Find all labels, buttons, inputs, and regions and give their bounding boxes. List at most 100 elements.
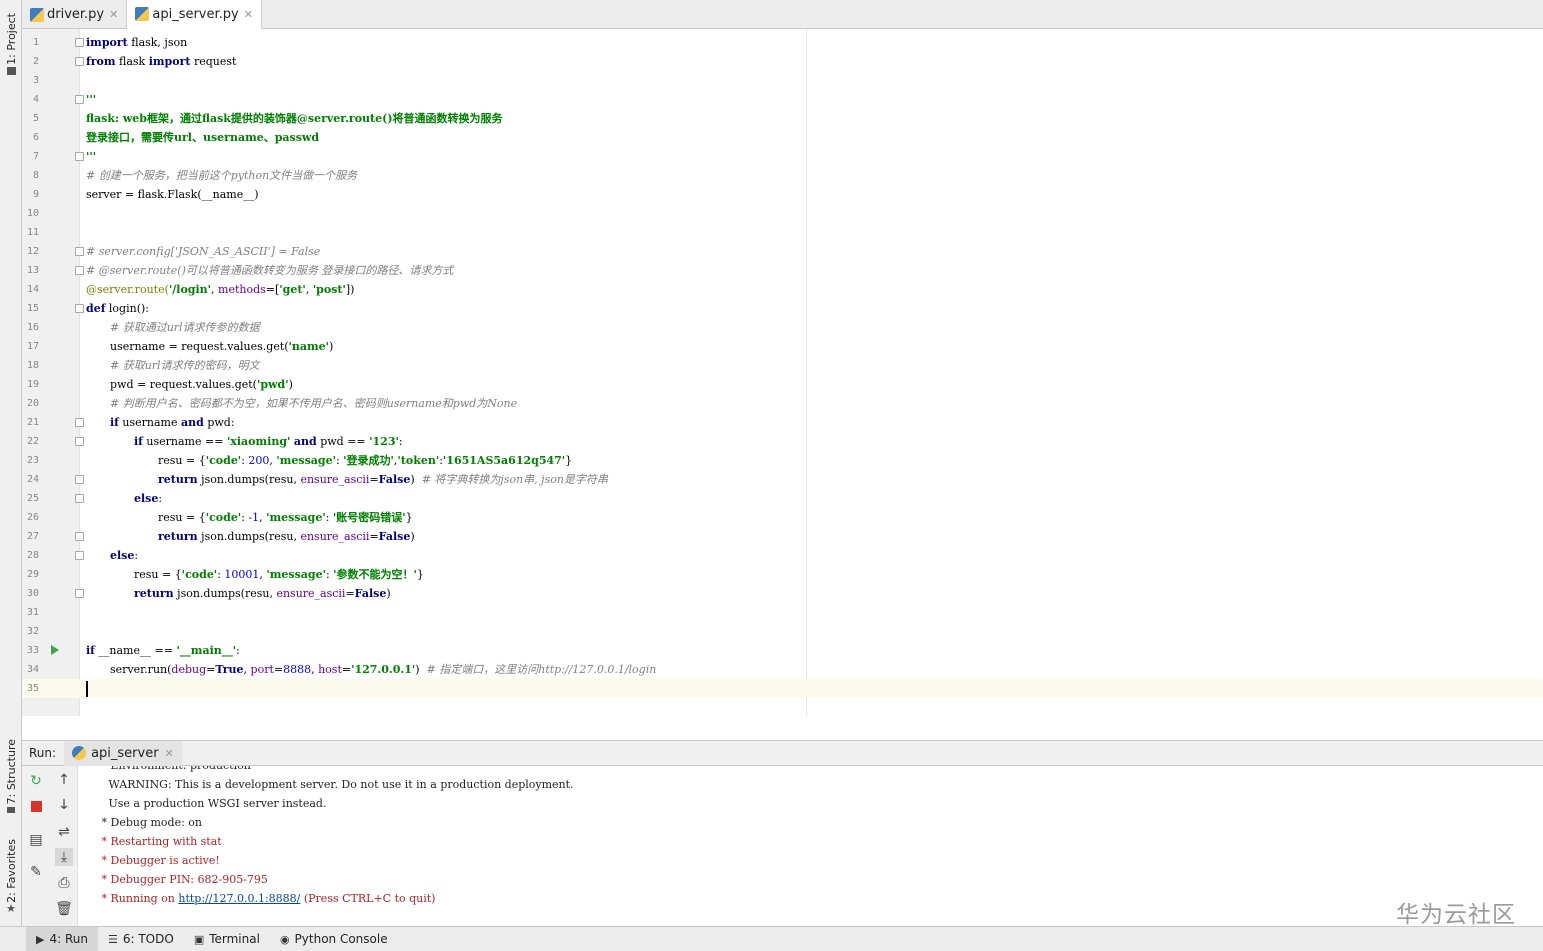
todo-tool-label: 6: TODO [122, 932, 174, 946]
structure-tab-label: 7: Structure [4, 738, 18, 805]
code-line: 31 [26, 607, 39, 618]
pin-icon[interactable]: ✎ [27, 863, 45, 881]
structure-tool-tab[interactable]: 7: Structure [0, 736, 22, 816]
code-line: 6 登录接口，需要传url、username、passwd [32, 131, 320, 144]
tab-api-server-py[interactable]: api_server.py ✕ [127, 0, 262, 30]
terminal-icon: ▣ [193, 932, 205, 946]
python-file-icon [135, 7, 150, 21]
list-icon: ☰ [107, 932, 118, 946]
tab-driver-py[interactable]: driver.py ✕ [22, 0, 128, 29]
rerun-icon[interactable]: ↻ [27, 772, 45, 790]
code-line: 3 [32, 75, 39, 86]
code-line: 15 def login(): [26, 302, 149, 315]
code-line: 29 resu = {'code': 10001, 'message': '参数不… [26, 568, 424, 581]
close-icon[interactable]: ✕ [109, 8, 118, 21]
code-line: 25 else: [26, 492, 163, 505]
code-line: 16 # 获取通过url请求传参的数据 [26, 321, 260, 334]
code-line: 28 else: [26, 549, 139, 562]
fold-marker[interactable] [75, 475, 84, 484]
code-line: 11 [26, 227, 39, 238]
terminal-tool-tab[interactable]: ▣ Terminal [184, 927, 270, 951]
code-line: 14 @server.route('/login', methods=['get'… [26, 283, 355, 296]
arrow-up-icon[interactable]: ↑ [55, 771, 73, 789]
structure-icon [7, 807, 15, 814]
print-icon[interactable]: ⎙ [55, 874, 73, 892]
server-url-link[interactable]: http://127.0.0.1:8888/ [178, 892, 300, 905]
tab-label: driver.py [47, 7, 105, 22]
folder-icon [6, 67, 16, 76]
project-tab-label: 1: Project [4, 12, 18, 65]
code-line: 1 import flask, json [32, 36, 188, 49]
run-console[interactable]: * Environment: production WARNING: This … [78, 766, 1543, 926]
project-tool-tab[interactable]: 1: Project [0, 8, 22, 80]
code-line: 20 # 判断用户名、密码都不为空，如果不传用户名、密码则username和pwd… [26, 397, 518, 410]
run-tab-api-server[interactable]: api_server ✕ [64, 740, 182, 766]
ide-window: 1: Project 7: Structure 2: Favorites ★ d… [0, 0, 1543, 951]
code-line: 8 # 创建一个服务，把当前这个python文件当做一个服务 [32, 169, 358, 182]
run-tool-label: 4: Run [49, 932, 88, 946]
code-line: 27 return json.dumps(resu, ensure_ascii=F… [26, 530, 415, 543]
fold-marker[interactable] [75, 95, 84, 104]
run-label: Run: [29, 746, 57, 760]
favorites-tab-label: 2: Favorites [4, 838, 18, 903]
python-console-tool-tab[interactable]: ◉ Python Console [270, 927, 398, 951]
current-line: 35 [22, 679, 1543, 698]
run-tool-tab[interactable]: ▶ 4: Run [26, 927, 98, 951]
left-tool-strip: 1: Project 7: Structure 2: Favorites ★ [0, 0, 22, 926]
arrow-down-icon[interactable]: ↓ [55, 796, 73, 814]
todo-tool-tab[interactable]: ☰ 6: TODO [98, 927, 184, 951]
code-line: 33 if __name__ == '__main__': [26, 644, 240, 657]
code-line: 21 if username and pwd: [26, 416, 235, 429]
code-line: 23 resu = {'code': 200, 'message': '登录成功'… [26, 454, 573, 467]
code-line: 32 [26, 626, 39, 637]
console-line: * Running on http://127.0.0.1:8888/ (Pre… [98, 892, 436, 905]
editor-tab-bar: driver.py ✕ api_server.py ✕ [22, 0, 1543, 30]
code-line: 17 username = request.values.get('name') [26, 340, 334, 353]
console-line: * Debugger PIN: 682-905-795 [98, 873, 268, 886]
trash-icon[interactable]: 🗑 [55, 900, 73, 918]
python-file-icon [30, 7, 44, 22]
code-line: 7 ''' [32, 150, 97, 163]
close-icon[interactable]: ✕ [244, 8, 253, 21]
code-line: 24 return json.dumps(resu, ensure_ascii=F… [26, 473, 608, 486]
code-line: 9 server = flask.Flask(__name__) [32, 188, 259, 201]
text-caret [86, 681, 88, 697]
run-toolbar: ↻ ↑ ↓ ⇌ ▤ ⤓ ✎ ⎙ 🗑 [22, 766, 78, 926]
console-line: * Restarting with stat [98, 835, 222, 848]
tool-window-bar: ▶ 4: Run ☰ 6: TODO ▣ Terminal ◉ Python C… [0, 926, 1543, 951]
code-line: 5 flask: web框架，通过flask提供的装饰器@server.route… [32, 112, 503, 125]
code-line: 30 return json.dumps(resu, ensure_ascii=F… [26, 587, 391, 600]
fold-marker[interactable] [75, 304, 84, 313]
soft-wrap-icon[interactable]: ⇌ [55, 823, 73, 841]
close-icon[interactable]: ✕ [165, 747, 174, 760]
console-line: Use a production WSGI server instead. [98, 797, 327, 810]
python-console-icon: ◉ [279, 932, 290, 946]
terminal-tool-label: Terminal [209, 932, 260, 946]
python-console-label: Python Console [294, 932, 388, 946]
favorites-tool-tab[interactable]: 2: Favorites ★ [0, 836, 22, 918]
run-gutter-icon[interactable] [51, 645, 59, 655]
fold-marker[interactable] [75, 494, 84, 503]
run-tab-label: api_server [91, 745, 159, 761]
python-icon [72, 746, 87, 760]
play-icon: ▶ [36, 932, 45, 946]
fold-marker[interactable] [75, 57, 84, 66]
star-icon: ★ [6, 902, 16, 916]
fold-marker[interactable] [75, 437, 84, 446]
scroll-to-end-icon[interactable]: ⤓ [55, 848, 73, 866]
fold-marker[interactable] [75, 152, 84, 161]
fold-marker[interactable] [75, 247, 84, 256]
fold-marker[interactable] [75, 418, 84, 427]
watermark-text: 华为云社区 [1396, 902, 1516, 928]
fold-marker[interactable] [75, 551, 84, 560]
stop-icon[interactable] [27, 797, 45, 815]
code-editor[interactable]: 1 import flask, json 2 from flask import r… [22, 29, 1543, 716]
fold-marker[interactable] [75, 38, 84, 47]
code-line: 34 server.run(debug=True, port=8888, host… [26, 663, 657, 676]
fold-marker[interactable] [75, 532, 84, 541]
fold-marker[interactable] [75, 589, 84, 598]
code-line: 12 # server.config['JSON_AS_ASCII'] = Fal… [26, 245, 321, 258]
fold-marker[interactable] [75, 266, 84, 275]
console-line: * Debug mode: on [98, 816, 203, 829]
layout-icon[interactable]: ▤ [27, 831, 45, 849]
